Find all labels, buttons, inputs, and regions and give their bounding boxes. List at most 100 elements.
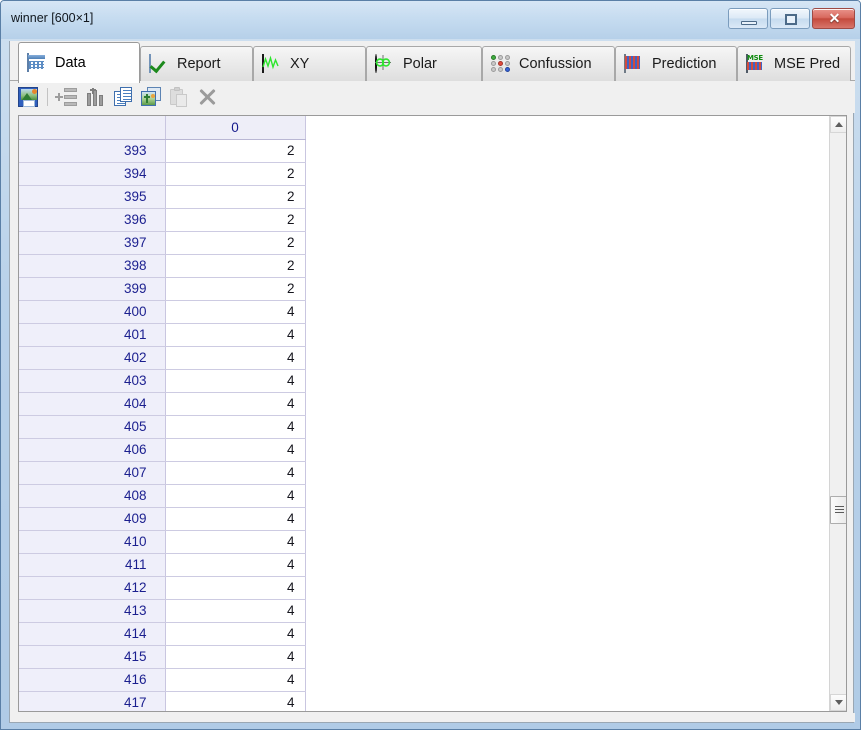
table-row[interactable]: 405 4 xyxy=(19,415,306,439)
tab-mse-pred[interactable]: MSE MSE Pred xyxy=(737,46,851,81)
table-row[interactable]: 415 4 xyxy=(19,645,306,669)
table-row[interactable]: 406 4 xyxy=(19,438,306,462)
data-cell[interactable]: 4 xyxy=(165,576,306,600)
table-row[interactable]: 401 4 xyxy=(19,323,306,347)
delete-button[interactable] xyxy=(194,84,220,110)
row-header-cell[interactable]: 406 xyxy=(19,438,166,462)
table-row[interactable]: 402 4 xyxy=(19,346,306,370)
table-row[interactable]: 400 4 xyxy=(19,300,306,324)
tab-polar[interactable]: Polar xyxy=(366,46,482,81)
data-cell[interactable]: 4 xyxy=(165,323,306,347)
copy-button[interactable] xyxy=(110,84,136,110)
data-cell[interactable]: 4 xyxy=(165,484,306,508)
data-cell[interactable]: 4 xyxy=(165,622,306,646)
row-header-cell[interactable]: 407 xyxy=(19,461,166,485)
row-header-cell[interactable]: 398 xyxy=(19,254,166,278)
row-header-cell[interactable]: 399 xyxy=(19,277,166,301)
data-cell[interactable]: 4 xyxy=(165,668,306,692)
data-cell[interactable]: 4 xyxy=(165,415,306,439)
table-row[interactable]: 416 4 xyxy=(19,668,306,692)
toolbar-separator xyxy=(47,88,48,106)
data-cell[interactable]: 4 xyxy=(165,530,306,554)
save-image-button[interactable] xyxy=(15,84,41,110)
tab-prediction[interactable]: Prediction xyxy=(615,46,737,81)
table-row[interactable]: 395 2 xyxy=(19,185,306,209)
data-cell[interactable]: 2 xyxy=(165,231,306,255)
table-row[interactable]: 412 4 xyxy=(19,576,306,600)
table-row[interactable]: 410 4 xyxy=(19,530,306,554)
table-row[interactable]: 408 4 xyxy=(19,484,306,508)
table-row[interactable]: 411 4 xyxy=(19,553,306,577)
table-row[interactable]: 403 4 xyxy=(19,369,306,393)
data-cell[interactable]: 2 xyxy=(165,208,306,232)
scrollbar-thumb[interactable] xyxy=(830,496,846,524)
tab-report[interactable]: Report xyxy=(140,46,253,81)
table-row[interactable]: 417 4 xyxy=(19,691,306,711)
data-cell[interactable]: 4 xyxy=(165,553,306,577)
row-header-cell[interactable]: 393 xyxy=(19,139,166,163)
table-row[interactable]: 404 4 xyxy=(19,392,306,416)
tab-xy[interactable]: XY xyxy=(253,46,366,81)
row-header-cell[interactable]: 413 xyxy=(19,599,166,623)
data-cell[interactable]: 4 xyxy=(165,461,306,485)
data-cell[interactable]: 4 xyxy=(165,300,306,324)
table-row[interactable]: 396 2 xyxy=(19,208,306,232)
data-cell[interactable]: 2 xyxy=(165,185,306,209)
row-header-cell[interactable]: 403 xyxy=(19,369,166,393)
row-header-cell[interactable]: 416 xyxy=(19,668,166,692)
row-header-cell[interactable]: 417 xyxy=(19,691,166,711)
table-row[interactable]: 413 4 xyxy=(19,599,306,623)
row-header-cell[interactable]: 412 xyxy=(19,576,166,600)
row-header-cell[interactable]: 414 xyxy=(19,622,166,646)
data-cell[interactable]: 2 xyxy=(165,254,306,278)
data-cell[interactable]: 4 xyxy=(165,346,306,370)
data-cell[interactable]: 4 xyxy=(165,645,306,669)
row-header-cell[interactable]: 397 xyxy=(19,231,166,255)
scroll-up-arrow[interactable] xyxy=(830,116,846,133)
title-bar[interactable]: winner [600×1] ✕ xyxy=(1,1,861,39)
data-cell[interactable]: 4 xyxy=(165,438,306,462)
vertical-scrollbar[interactable] xyxy=(829,116,846,711)
insert-rows-button[interactable] xyxy=(54,84,80,110)
row-header-cell[interactable]: 408 xyxy=(19,484,166,508)
tab-data[interactable]: Data xyxy=(18,42,140,83)
table-row[interactable]: 398 2 xyxy=(19,254,306,278)
table-row[interactable]: 393 2 xyxy=(19,139,306,163)
copy-image-button[interactable] xyxy=(138,84,164,110)
data-cell[interactable]: 4 xyxy=(165,691,306,711)
table-row[interactable]: 399 2 xyxy=(19,277,306,301)
scroll-down-arrow[interactable] xyxy=(830,694,846,711)
data-cell[interactable]: 4 xyxy=(165,369,306,393)
row-header-cell[interactable]: 402 xyxy=(19,346,166,370)
table-corner-header[interactable] xyxy=(19,116,166,140)
row-header-cell[interactable]: 396 xyxy=(19,208,166,232)
row-header-cell[interactable]: 415 xyxy=(19,645,166,669)
table-row[interactable]: 394 2 xyxy=(19,162,306,186)
maximize-button[interactable] xyxy=(770,8,810,29)
table-column-header-0[interactable]: 0 xyxy=(165,116,306,140)
data-cell[interactable]: 2 xyxy=(165,277,306,301)
row-header-cell[interactable]: 409 xyxy=(19,507,166,531)
row-header-cell[interactable]: 401 xyxy=(19,323,166,347)
data-cell[interactable]: 4 xyxy=(165,599,306,623)
row-header-cell[interactable]: 410 xyxy=(19,530,166,554)
tab-confussion[interactable]: Confussion xyxy=(482,46,615,81)
paste-button[interactable] xyxy=(166,84,192,110)
row-header-cell[interactable]: 394 xyxy=(19,162,166,186)
table-row[interactable]: 397 2 xyxy=(19,231,306,255)
close-button[interactable]: ✕ xyxy=(812,8,855,29)
columns-button[interactable] xyxy=(82,84,108,110)
table-row[interactable]: 409 4 xyxy=(19,507,306,531)
row-header-cell[interactable]: 405 xyxy=(19,415,166,439)
data-cell[interactable]: 4 xyxy=(165,392,306,416)
minimize-button[interactable] xyxy=(728,8,768,29)
row-header-cell[interactable]: 404 xyxy=(19,392,166,416)
data-cell[interactable]: 4 xyxy=(165,507,306,531)
data-cell[interactable]: 2 xyxy=(165,162,306,186)
row-header-cell[interactable]: 400 xyxy=(19,300,166,324)
table-row[interactable]: 407 4 xyxy=(19,461,306,485)
data-cell[interactable]: 2 xyxy=(165,139,306,163)
table-row[interactable]: 414 4 xyxy=(19,622,306,646)
row-header-cell[interactable]: 411 xyxy=(19,553,166,577)
row-header-cell[interactable]: 395 xyxy=(19,185,166,209)
